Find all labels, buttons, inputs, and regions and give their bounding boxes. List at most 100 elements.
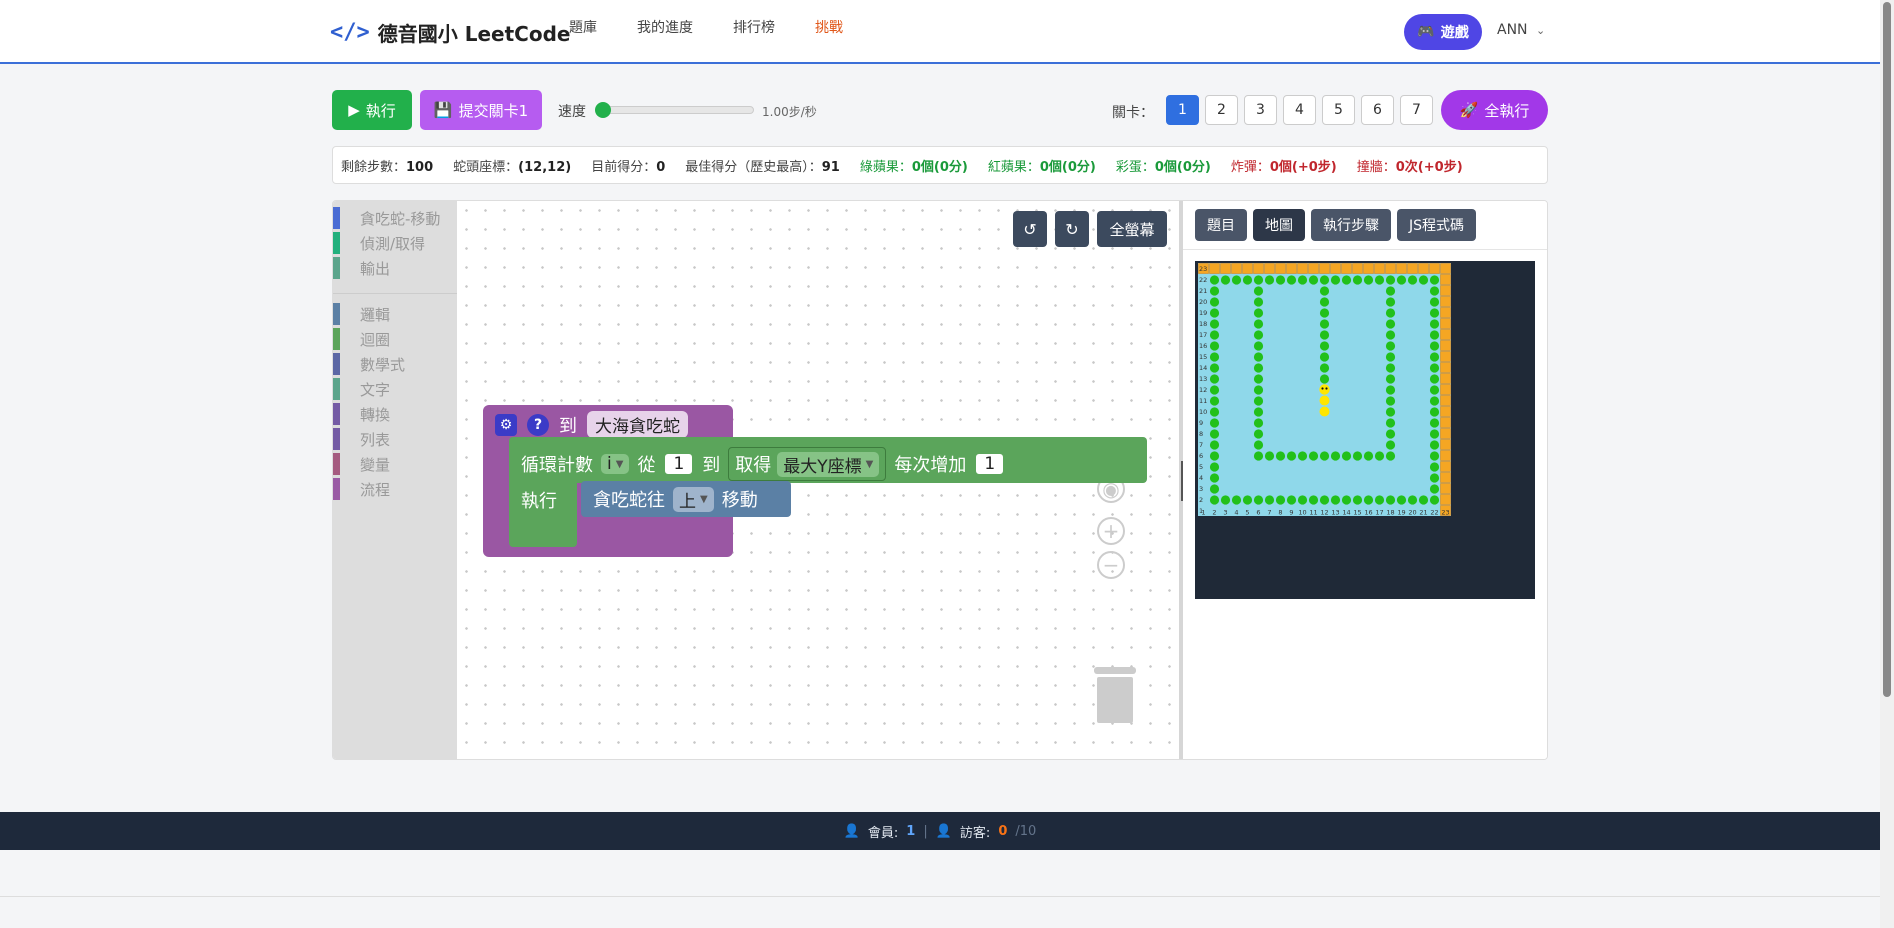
category-swatch: [333, 328, 340, 350]
gear-icon[interactable]: ⚙: [495, 413, 517, 436]
help-icon[interactable]: ?: [527, 413, 549, 436]
map-x-tick-label: 17: [1375, 509, 1383, 517]
green-apple: [1264, 451, 1275, 461]
green-apple: [1253, 385, 1264, 395]
loop-from-input[interactable]: 1: [663, 452, 695, 476]
green-apple: [1253, 374, 1264, 384]
fullscreen-button[interactable]: 全螢幕: [1097, 211, 1167, 247]
rocket-icon: 🚀: [1459, 101, 1479, 119]
page-scrollbar[interactable]: [1880, 0, 1894, 928]
redo-button[interactable]: ↻: [1055, 211, 1089, 247]
map-x-tick-label: 23: [1441, 509, 1449, 517]
green-apple: [1385, 396, 1396, 406]
member-icon: 👤: [843, 823, 860, 839]
green-apple: [1418, 275, 1429, 285]
speed-slider-knob[interactable]: [595, 102, 611, 118]
toolbox-category-flow[interactable]: 流程: [333, 478, 390, 500]
green-apple: [1374, 275, 1385, 285]
level-button-6[interactable]: 6: [1361, 95, 1394, 125]
map-y-tick-label: 21: [1199, 287, 1207, 295]
loop-variable-dropdown[interactable]: i ▼: [601, 454, 630, 474]
map-y-tick-label: 6: [1199, 452, 1203, 460]
toolbox-category-convert[interactable]: 轉換: [333, 403, 390, 425]
level-button-3[interactable]: 3: [1244, 95, 1277, 125]
map-wall-cell: [1231, 263, 1242, 274]
function-name-field[interactable]: 大海貪吃蛇: [587, 411, 688, 438]
nav-item-challenge[interactable]: 挑戰: [815, 17, 843, 37]
toolbox-category-sense[interactable]: 偵測/取得: [333, 232, 425, 254]
map-wall-cell: [1440, 329, 1451, 340]
nav-item-leaderboard[interactable]: 排行榜: [733, 17, 775, 37]
for-loop-block[interactable]: 循環計數 i ▼ 從 1 到 取得 最大Y座標 ▼ 每次增加 1 執行 貪吃蛇往 上…: [509, 437, 1147, 547]
green-apple: [1209, 429, 1220, 439]
toolbox-category-snake-move[interactable]: 貪吃蛇-移動: [333, 207, 440, 229]
trash-can-icon[interactable]: [1094, 667, 1136, 723]
green-apple-count: 綠蘋果：0個(0分): [859, 159, 968, 175]
tab-problem[interactable]: 題目: [1195, 209, 1247, 241]
nav-links: 題庫 我的進度 排行榜 挑戰: [569, 17, 843, 37]
toolbox-category-text[interactable]: 文字: [333, 378, 390, 400]
get-value-dropdown[interactable]: 最大Y座標 ▼: [777, 451, 880, 477]
speed-slider[interactable]: [595, 102, 754, 118]
submit-level-button[interactable]: 💾 提交關卡1: [420, 90, 542, 130]
undo-icon: ↺: [1023, 219, 1037, 239]
toolbox-category-logic[interactable]: 邏輯: [333, 303, 390, 325]
undo-button[interactable]: ↺: [1013, 211, 1047, 247]
category-swatch: [333, 353, 340, 375]
green-apple: [1429, 418, 1440, 428]
zoom-out-icon[interactable]: −: [1097, 551, 1125, 579]
run-button[interactable]: ▶ 執行: [332, 90, 412, 130]
map-wall-cell: [1440, 263, 1451, 274]
snake-move-block[interactable]: 貪吃蛇往 上 ▼ 移動: [581, 481, 791, 517]
map-wall-cell: [1440, 373, 1451, 384]
green-apple: [1319, 286, 1330, 296]
level-button-4[interactable]: 4: [1283, 95, 1316, 125]
toolbox-category-lists[interactable]: 列表: [333, 428, 390, 450]
toolbox-category-loops[interactable]: 迴圈: [333, 328, 390, 350]
green-apple: [1297, 275, 1308, 285]
loop-step-input[interactable]: 1: [974, 452, 1006, 476]
map-wall-cell: [1396, 263, 1407, 274]
tab-map[interactable]: 地圖: [1253, 209, 1305, 241]
get-value-block[interactable]: 取得 最大Y座標 ▼: [728, 447, 887, 481]
map-x-tick-label: 8: [1278, 509, 1282, 517]
tab-steps[interactable]: 執行步驟: [1311, 209, 1391, 241]
map-wall-cell: [1440, 494, 1451, 505]
map-x-tick-label: 5: [1245, 509, 1249, 517]
green-apple: [1374, 495, 1385, 505]
wall-hit-count: 撞牆：0次(+0步): [1356, 159, 1463, 175]
map-x-tick-label: 16: [1364, 509, 1372, 517]
level-button-7[interactable]: 7: [1400, 95, 1433, 125]
map-wall-cell: [1308, 263, 1319, 274]
map-wall-cell: [1242, 263, 1253, 274]
map-wall-cell: [1385, 263, 1396, 274]
level-button-5[interactable]: 5: [1322, 95, 1355, 125]
green-apple: [1253, 352, 1264, 362]
user-menu[interactable]: ANN ⌄: [1497, 22, 1545, 38]
green-apple: [1341, 495, 1352, 505]
tab-js-code[interactable]: JS程式碼: [1397, 209, 1477, 241]
toolbox-category-variables[interactable]: 變量: [333, 453, 390, 475]
game-button[interactable]: 🎮 遊戲: [1404, 14, 1482, 50]
run-all-button[interactable]: 🚀 全執行: [1441, 90, 1548, 130]
green-apple: [1363, 275, 1374, 285]
green-apple: [1352, 495, 1363, 505]
category-swatch: [333, 232, 340, 254]
snake-eye: [1321, 387, 1324, 390]
level-button-1[interactable]: 1: [1166, 95, 1199, 125]
map-wall-cell: [1264, 263, 1275, 274]
toolbox-category-math[interactable]: 數學式: [333, 353, 405, 375]
nav-item-problems[interactable]: 題庫: [569, 17, 597, 37]
direction-dropdown[interactable]: 上 ▼: [673, 486, 714, 512]
scrollbar-thumb[interactable]: [1883, 2, 1891, 697]
green-apple: [1253, 495, 1264, 505]
green-apple: [1286, 275, 1297, 285]
toolbox-category-output[interactable]: 輸出: [333, 257, 390, 279]
visitor-icon: 👤: [935, 823, 952, 839]
map-y-tick-label: 5: [1199, 463, 1203, 471]
green-apple: [1319, 308, 1330, 318]
nav-item-progress[interactable]: 我的進度: [637, 17, 693, 37]
map-wall-cell: [1440, 296, 1451, 307]
level-button-2[interactable]: 2: [1205, 95, 1238, 125]
brand-logo[interactable]: </> 德音國小 LeetCode: [330, 18, 570, 47]
